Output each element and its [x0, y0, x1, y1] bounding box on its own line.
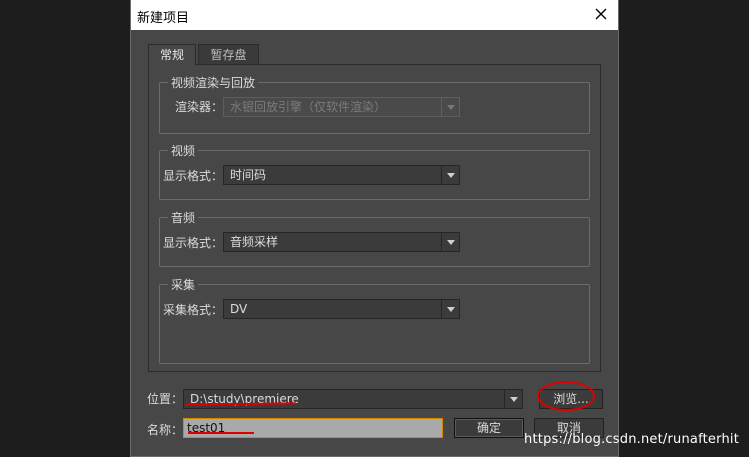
- close-icon[interactable]: [592, 5, 610, 23]
- tab-scratch-disks[interactable]: 暂存盘: [198, 44, 259, 64]
- renderer-value: 水银回放引擎（仅软件渲染）: [230, 100, 387, 114]
- audio-display-format-label: 显示格式：: [163, 236, 224, 250]
- title-bar: 新建项目: [131, 0, 618, 30]
- chevron-down-icon: [504, 390, 522, 408]
- tab-general[interactable]: 常规: [148, 44, 196, 65]
- video-group: 视频 显示格式： 时间码: [159, 142, 590, 200]
- location-label: 位置：: [147, 392, 184, 406]
- capture-group-title: 采集: [168, 276, 199, 293]
- dialog-title: 新建项目: [137, 11, 190, 26]
- general-tab-panel: 视频渲染与回放 渲染器： 水银回放引擎（仅软件渲染） 视频 显示格式： 时间码 …: [148, 64, 601, 372]
- render-playback-group: 视频渲染与回放 渲染器： 水银回放引擎（仅软件渲染）: [159, 74, 590, 134]
- render-playback-group-title: 视频渲染与回放: [168, 74, 259, 91]
- renderer-dropdown: 水银回放引擎（仅软件渲染）: [223, 97, 460, 117]
- watermark: https://blog.csdn.net/runafterhit: [524, 432, 739, 447]
- name-label: 名称：: [147, 423, 184, 437]
- chevron-down-icon: [441, 233, 459, 251]
- name-annotation-underline: [188, 432, 254, 434]
- audio-group: 音频 显示格式： 音频采样: [159, 209, 590, 267]
- audio-display-format-value: 音频采样: [230, 235, 279, 249]
- chevron-down-icon: [441, 98, 459, 116]
- renderer-label: 渲染器：: [175, 100, 224, 114]
- capture-group: 采集 采集格式： DV: [159, 276, 590, 364]
- ok-button[interactable]: 确定: [454, 418, 524, 438]
- capture-format-label: 采集格式：: [163, 303, 224, 317]
- browse-annotation-circle: [537, 381, 595, 411]
- capture-format-value: DV: [230, 302, 248, 316]
- video-display-format-dropdown[interactable]: 时间码: [223, 165, 460, 185]
- capture-format-dropdown[interactable]: DV: [223, 299, 460, 319]
- chevron-down-icon: [441, 300, 459, 318]
- chevron-down-icon: [441, 166, 459, 184]
- location-dropdown[interactable]: D:\study\premiere: [183, 389, 523, 409]
- project-name-input[interactable]: test01: [183, 418, 443, 438]
- video-display-format-value: 时间码: [230, 168, 267, 182]
- audio-display-format-dropdown[interactable]: 音频采样: [223, 232, 460, 252]
- audio-group-title: 音频: [168, 209, 199, 226]
- video-display-format-label: 显示格式：: [163, 169, 224, 183]
- video-group-title: 视频: [168, 142, 199, 159]
